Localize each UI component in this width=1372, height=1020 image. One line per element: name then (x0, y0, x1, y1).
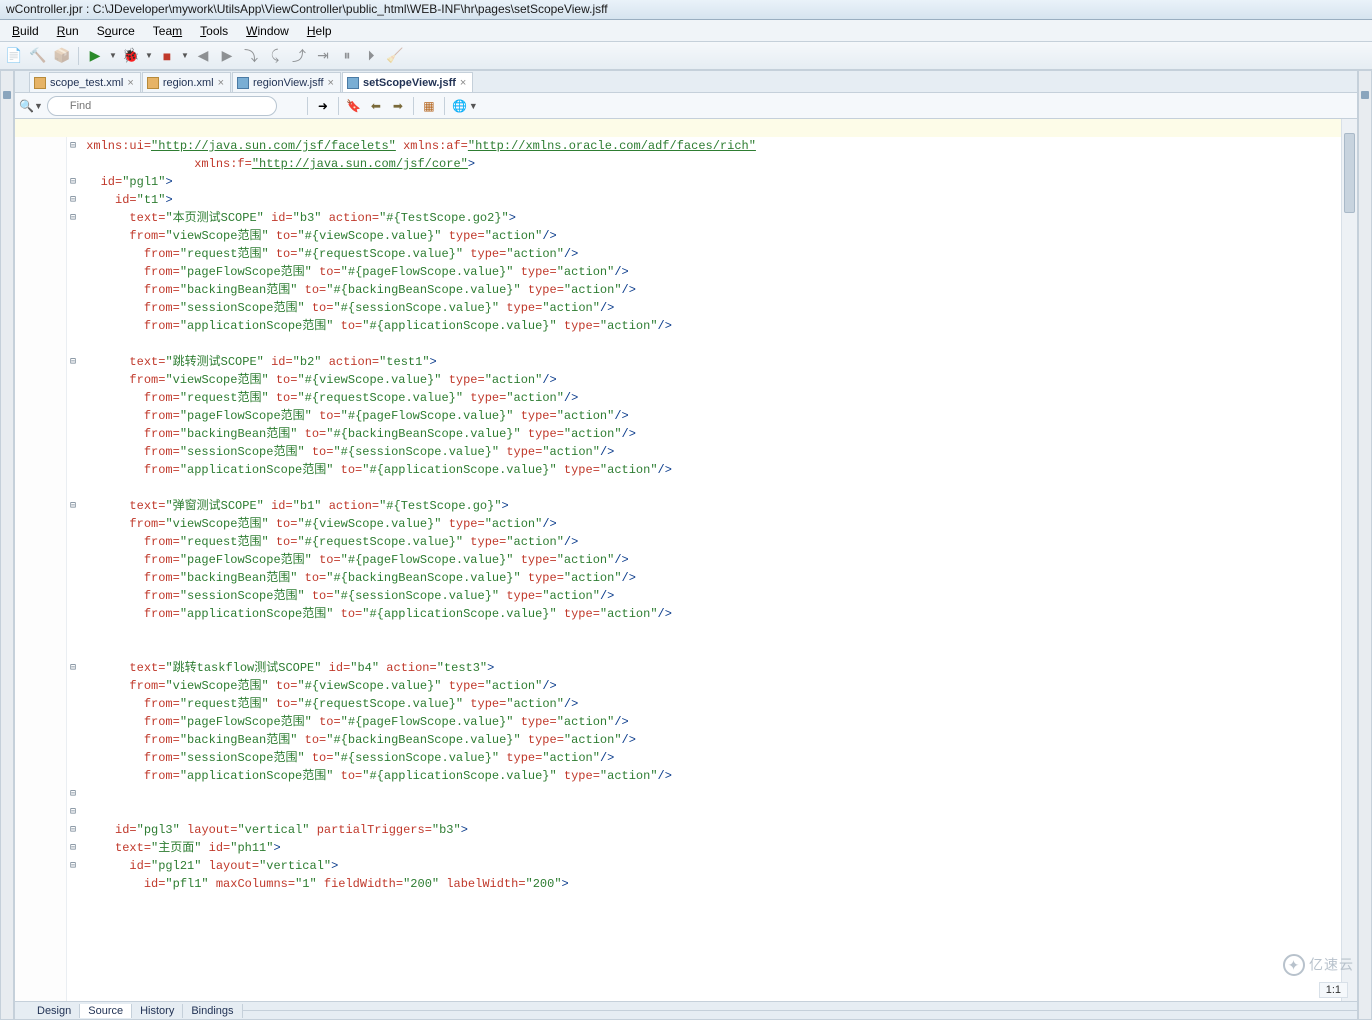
fold-toggle-icon[interactable]: ⊟ (67, 497, 79, 515)
editor-gutter (15, 119, 67, 1001)
window-titlebar: wController.jpr : C:\JDeveloper\mywork\U… (0, 0, 1372, 20)
search-dropdown-icon[interactable]: ▼ (34, 101, 43, 111)
tab-scope-test-xml[interactable]: scope_test.xml × (29, 72, 141, 92)
toolbar-icon-1[interactable]: 📄 (4, 46, 24, 66)
toolbar-separator (78, 47, 79, 65)
vertical-scrollbar[interactable] (1341, 119, 1357, 1001)
step-out-icon[interactable]: ⤴ (289, 46, 309, 66)
find-input[interactable] (47, 96, 277, 116)
stop-icon[interactable]: ■ (157, 46, 177, 66)
menu-run[interactable]: Run (49, 22, 87, 40)
editor-footer-tabs: Design Source History Bindings (15, 1001, 1357, 1019)
footer-tab-source[interactable]: Source (80, 1004, 132, 1018)
menu-source[interactable]: Source (89, 22, 143, 40)
toolbar-icon-2[interactable]: 🔨 (28, 46, 48, 66)
debug-icon[interactable]: 🐞 (121, 46, 141, 66)
tab-label: scope_test.xml (50, 77, 123, 89)
step-over-icon[interactable]: ⤵ (241, 46, 261, 66)
tab-regionview-jsff[interactable]: regionView.jsff × (232, 72, 341, 92)
toolbar-separator (413, 97, 414, 115)
footer-tab-design[interactable]: Design (29, 1004, 80, 1018)
resume-icon[interactable]: ⏵ (361, 46, 381, 66)
fold-toggle-icon[interactable]: ⊟ (67, 821, 79, 839)
find-toolbar: 🔍 ▼ ➜ 🔖 ⬅ ➡ ▦ 🌐 ▼ (15, 93, 1357, 119)
rail-handle-icon[interactable] (3, 91, 11, 99)
fold-toggle-icon[interactable]: ⊟ (67, 353, 79, 371)
search-icon: 🔍 (19, 99, 34, 113)
menu-build[interactable]: Build (4, 22, 47, 40)
nav-fwd-icon[interactable]: ▶ (217, 46, 237, 66)
close-icon[interactable]: × (460, 77, 466, 89)
block-select-icon[interactable]: ▦ (420, 97, 438, 115)
watermark: ✦亿速云 (1283, 954, 1354, 976)
footer-tab-bindings[interactable]: Bindings (183, 1004, 242, 1018)
menu-window[interactable]: Window (238, 22, 297, 40)
fold-toggle-icon[interactable]: ⊟ (67, 209, 79, 227)
toolbar-separator (444, 97, 445, 115)
xml-file-icon (34, 77, 46, 89)
run-dropdown-icon[interactable]: ▼ (109, 51, 117, 60)
run-icon[interactable]: ▶ (85, 46, 105, 66)
fold-toggle-icon[interactable]: ⊟ (67, 785, 79, 803)
stop-dropdown-icon[interactable]: ▼ (181, 51, 189, 60)
pause-icon[interactable]: ⏸ (337, 46, 357, 66)
left-dock-rail[interactable] (0, 70, 14, 1020)
menu-tools[interactable]: Tools (192, 22, 236, 40)
step-into-icon[interactable]: ⤹ (265, 46, 285, 66)
rail-handle-icon[interactable] (1361, 91, 1369, 99)
debug-dropdown-icon[interactable]: ▼ (145, 51, 153, 60)
main-toolbar: 📄 🔨 📦 ▶ ▼ 🐞 ▼ ■ ▼ ◀ ▶ ⤵ ⤹ ⤴ ⇥ ⏸ ⏵ 🧹 (0, 42, 1372, 70)
bookmark-next-icon[interactable]: ➡ (389, 97, 407, 115)
window-title: wController.jpr : C:\JDeveloper\mywork\U… (6, 2, 608, 16)
toolbar-separator (338, 97, 339, 115)
browser-preview-icon[interactable]: 🌐 (451, 97, 469, 115)
toolbar-separator (307, 97, 308, 115)
cursor-position: 1:1 (1319, 982, 1348, 998)
editor-area: scope_test.xml × region.xml × regionView… (14, 70, 1358, 1020)
fold-toggle-icon[interactable]: ⊟ (67, 803, 79, 821)
close-icon[interactable]: × (328, 77, 334, 89)
tab-setscopeview-jsff[interactable]: setScopeView.jsff × (342, 72, 473, 92)
menubar: Build Run Source Team Tools Window Help (0, 20, 1372, 42)
nav-back-icon[interactable]: ◀ (193, 46, 213, 66)
step-2-icon[interactable]: ⇥ (313, 46, 333, 66)
fold-toggle-icon[interactable]: ⊟ (67, 659, 79, 677)
jsff-file-icon (347, 77, 359, 89)
bookmark-icon[interactable]: 🔖 (345, 97, 363, 115)
scroll-thumb[interactable] (1344, 133, 1355, 213)
fold-toggle-icon[interactable]: ⊟ (67, 839, 79, 857)
goto-icon[interactable]: ➜ (314, 97, 332, 115)
gc-icon[interactable]: 🧹 (385, 46, 405, 66)
jsff-file-icon (237, 77, 249, 89)
tab-label: setScopeView.jsff (363, 77, 456, 89)
xml-file-icon (147, 77, 159, 89)
fold-toggle-icon[interactable]: ⊟ (67, 137, 79, 155)
toolbar-icon-3[interactable]: 📦 (52, 46, 72, 66)
watermark-icon: ✦ (1283, 954, 1305, 976)
tab-label: regionView.jsff (253, 77, 324, 89)
right-dock-rail[interactable] (1358, 70, 1372, 1020)
editor-tabbar: scope_test.xml × region.xml × regionView… (15, 71, 1357, 93)
bookmark-prev-icon[interactable]: ⬅ (367, 97, 385, 115)
close-icon[interactable]: × (127, 77, 133, 89)
tab-label: region.xml (163, 77, 214, 89)
close-icon[interactable]: × (218, 77, 224, 89)
browser-dropdown-icon[interactable]: ▼ (469, 101, 478, 111)
tab-region-xml[interactable]: region.xml × (142, 72, 231, 92)
menu-team[interactable]: Team (145, 22, 190, 40)
menu-help[interactable]: Help (299, 22, 340, 40)
fold-toggle-icon[interactable]: ⊟ (67, 857, 79, 875)
code-editor[interactable]: xmlns:ui="http://java.sun.com/jsf/facele… (15, 119, 1357, 1001)
footer-tab-history[interactable]: History (132, 1004, 183, 1018)
fold-toggle-icon[interactable]: ⊟ (67, 173, 79, 191)
fold-toggle-icon[interactable]: ⊟ (67, 191, 79, 209)
